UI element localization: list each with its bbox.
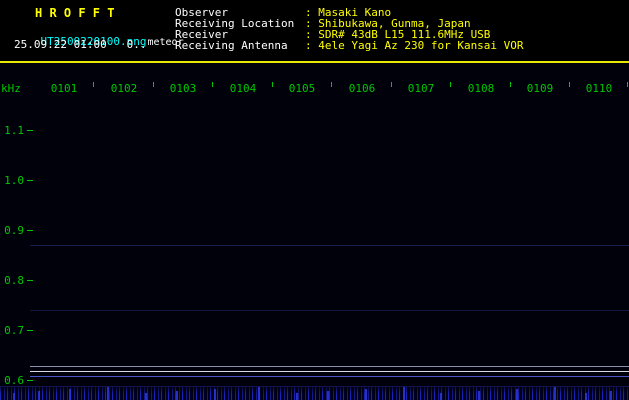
time-tick-label: 0102 [110,82,138,95]
signal-spike [213,389,216,400]
time-tick-label: 0101 [50,82,78,95]
signal-spike [515,389,518,400]
time-tick-label: 0105 [288,82,316,95]
spectrogram-area [0,63,629,386]
minute-tick [153,82,154,87]
minute-tick [450,82,451,87]
signal-spike [12,393,15,400]
minute-tick [272,82,273,87]
carrier-line [30,366,629,367]
freq-tick [27,130,33,131]
signal-spike [610,391,613,400]
signal-spike [478,391,481,400]
signal-spike [327,391,330,400]
time-tick-label: 0109 [526,82,554,95]
signal-spike [295,393,298,400]
hrofft-window: H R O F F T UT2509220100.pngmeteor 25.09… [0,0,629,400]
freq-tick [27,380,33,381]
frame-timestamp: 25.09.22 01:00 0.. [14,38,147,51]
minute-tick [212,82,213,87]
freq-tick [27,180,33,181]
freq-tick-label: 1.0 [4,174,24,187]
signal-spike [176,391,179,400]
freq-tick-label: 0.8 [4,274,24,287]
time-tick-label: 0108 [467,82,495,95]
time-tick-label: 0103 [169,82,197,95]
signal-spike [257,387,260,400]
freq-tick [27,280,33,281]
time-tick-label: 0104 [229,82,257,95]
signal-spike [584,393,587,400]
app-title: H R O F F T [35,6,115,20]
time-tick-label: 0110 [585,82,613,95]
freq-tick [27,330,33,331]
freq-tick-label: 1.1 [4,124,24,137]
minute-tick [569,82,570,87]
signal-spike [144,393,147,400]
minute-tick [331,82,332,87]
minute-tick [391,82,392,87]
minute-tick [510,82,511,87]
carrier-line [30,245,629,246]
info-row-antenna: Receiving Antenna : 4ele Yagi Az 230 for … [175,39,524,52]
minute-tick [627,82,628,87]
carrier-line [30,371,629,372]
carrier-line [30,376,629,377]
freq-tick-label: 0.9 [4,224,24,237]
carrier-line [30,310,629,311]
signal-spike [553,387,556,400]
time-tick-label: 0107 [407,82,435,95]
minute-tick [93,82,94,87]
signal-spike [69,389,72,400]
signal-spike [402,387,405,400]
time-tick-label: 0106 [348,82,376,95]
info-label: Receiving Antenna [175,39,288,52]
signal-spike [364,389,367,400]
signal-spike [440,393,443,400]
signal-spike [106,387,109,400]
freq-tick [27,230,33,231]
info-value: : 4ele Yagi Az 230 for Kansai VOR [305,39,524,52]
freq-tick-label: 0.7 [4,324,24,337]
signal-level-strip [0,386,629,400]
signal-spike [37,391,40,400]
freq-unit-label: kHz [1,82,21,95]
